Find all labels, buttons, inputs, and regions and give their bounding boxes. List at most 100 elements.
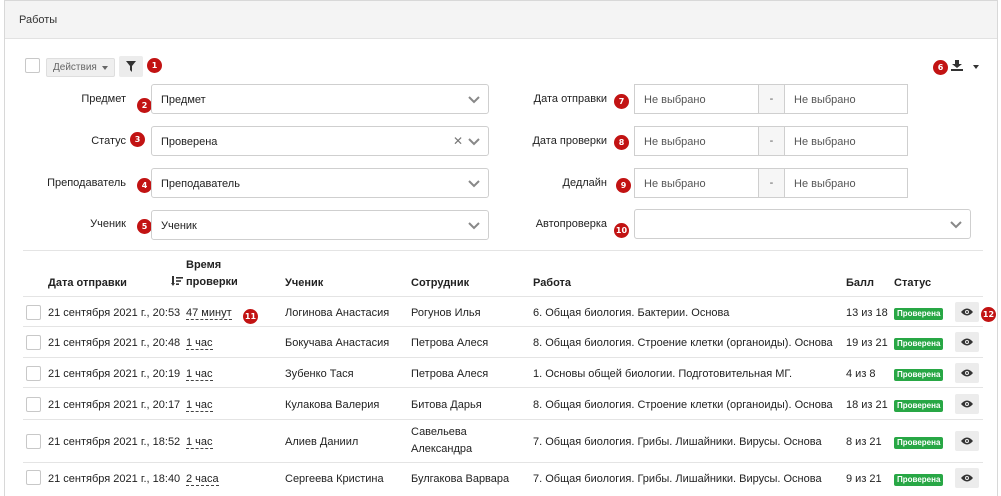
check-date-to-input[interactable]: Не выбрано [784, 126, 908, 156]
page-title: Работы [19, 14, 58, 26]
row-checkbox[interactable] [26, 397, 41, 412]
caret-down-icon [102, 66, 108, 70]
teacher-select[interactable]: Преподаватель [151, 168, 489, 198]
deadline-label: Дедлайн [562, 177, 608, 189]
row-check-duration: 47 минут [186, 307, 232, 320]
section-divider [23, 250, 983, 251]
row-sent-date: 21 сентября 2021 г., 20:19 [48, 368, 181, 380]
view-button[interactable] [955, 394, 979, 414]
view-button[interactable] [955, 302, 979, 322]
column-header-student[interactable]: Ученик [285, 277, 323, 289]
row-sent-date: 21 сентября 2021 г., 20:48 [48, 337, 181, 349]
hint-badge-5: 5 [137, 219, 152, 234]
row-checkbox[interactable] [26, 305, 41, 320]
check-date-to-value: Не выбрано [794, 136, 856, 148]
row-score: 13 из 18 [846, 307, 888, 319]
row-employee: Рогунов Илья [411, 307, 481, 319]
eye-icon [961, 400, 973, 408]
row-student: Зубенко Тася [285, 368, 354, 380]
autocheck-select[interactable] [634, 209, 971, 239]
row-student: Сергеева Кристина [285, 473, 384, 485]
row-student: Алиев Даниил [285, 436, 359, 448]
student-select[interactable]: Ученик [151, 210, 489, 240]
filter-toggle-button[interactable] [119, 56, 143, 77]
check-date-from-input[interactable]: Не выбрано [634, 126, 759, 156]
autocheck-label: Автопроверка [535, 218, 607, 230]
column-header-score[interactable]: Балл [846, 277, 874, 289]
hint-badge-3: 3 [130, 132, 145, 147]
works-panel: Работы Действия 1 6 Предмет 2 Предмет Ст… [4, 0, 998, 496]
status-badge: Проверена [894, 369, 944, 381]
row-work[interactable]: 8. Общая биология. Строение клетки (орга… [533, 337, 833, 349]
row-check-duration: 1 час [186, 337, 213, 350]
row-checkbox[interactable] [26, 434, 41, 449]
hint-badge-8: 8 [614, 135, 629, 150]
status-select-value: Проверена [161, 136, 218, 148]
deadline-from-input[interactable]: Не выбрано [634, 168, 759, 198]
sent-date-from-value: Не выбрано [644, 94, 706, 106]
row-student: Логинова Анастасия [285, 307, 390, 319]
column-header-work[interactable]: Работа [533, 277, 571, 289]
column-header-sent[interactable]: Дата отправки [48, 277, 127, 289]
row-check-duration: 2 часа [186, 473, 219, 486]
row-check-duration: 1 час [186, 368, 213, 381]
range-separator: - [759, 84, 784, 114]
range-separator: - [759, 126, 784, 156]
row-sent-date: 21 сентября 2021 г., 18:52 [48, 436, 181, 448]
range-separator: - [759, 168, 784, 198]
sort-desc-icon[interactable] [171, 276, 183, 286]
status-badge: Проверена [894, 474, 944, 486]
hint-badge-1: 1 [147, 58, 162, 73]
hint-badge-12: 12 [981, 307, 996, 322]
subject-select-value: Предмет [161, 94, 206, 106]
view-button[interactable] [955, 363, 979, 383]
student-select-value: Ученик [161, 220, 197, 232]
eye-icon [961, 338, 973, 346]
hint-badge-2: 2 [137, 98, 152, 113]
chevron-down-icon [468, 138, 480, 146]
row-checkbox[interactable] [26, 470, 41, 485]
deadline-to-input[interactable]: Не выбрано [784, 168, 908, 198]
deadline-from-value: Не выбрано [644, 178, 706, 190]
sent-date-from-input[interactable]: Не выбрано [634, 84, 759, 114]
row-work[interactable]: 1. Основы общей биологии. Подготовительн… [533, 368, 792, 380]
row-sent-date: 21 сентября 2021 г., 20:53 [48, 307, 181, 319]
row-student: Кулакова Валерия [285, 399, 380, 411]
eye-icon [961, 369, 973, 377]
clear-x-icon[interactable]: ✕ [453, 135, 463, 147]
row-work[interactable]: 8. Общая биология. Строение клетки (орга… [533, 399, 833, 411]
column-header-check-time[interactable]: Время проверки [186, 259, 238, 288]
hint-badge-10: 10 [614, 223, 629, 238]
row-work[interactable]: 6. Общая биология. Бактерии. Основа [533, 307, 729, 319]
chevron-down-icon [468, 222, 480, 230]
hint-badge-4: 4 [137, 178, 152, 193]
export-button[interactable] [951, 60, 979, 74]
row-score: 19 из 21 [846, 337, 888, 349]
status-badge: Проверена [894, 437, 944, 449]
view-button[interactable] [955, 332, 979, 352]
check-date-from-value: Не выбрано [644, 136, 706, 148]
table-row: 21 сентября 2021 г., 20:53 47 минут 11 Л… [23, 296, 996, 326]
row-checkbox[interactable] [26, 335, 41, 350]
actions-label: Действия [53, 62, 97, 73]
status-badge: Проверена [894, 338, 944, 350]
eye-icon [961, 474, 973, 482]
column-header-check-time-line1: Время [186, 259, 222, 271]
subject-label: Предмет [81, 93, 126, 105]
view-button[interactable] [955, 468, 979, 488]
sent-date-to-input[interactable]: Не выбрано [784, 84, 908, 114]
row-work[interactable]: 7. Общая биология. Грибы. Лишайники. Вир… [533, 473, 822, 485]
status-select[interactable]: Проверена ✕ [151, 126, 489, 156]
column-header-status[interactable]: Статус [894, 277, 931, 289]
row-sent-date: 21 сентября 2021 г., 20:17 [48, 399, 181, 411]
view-button[interactable] [955, 431, 979, 451]
select-all-checkbox[interactable] [25, 58, 40, 73]
panel-header: Работы [5, 1, 997, 39]
row-checkbox[interactable] [26, 366, 41, 381]
column-header-employee[interactable]: Сотрудник [411, 277, 469, 289]
row-student: Бокучава Анастасия [285, 337, 390, 349]
row-employee: Петрова Алеся [411, 368, 489, 380]
subject-select[interactable]: Предмет [151, 84, 489, 114]
actions-dropdown-button[interactable]: Действия [46, 58, 115, 77]
row-work[interactable]: 7. Общая биология. Грибы. Лишайники. Вир… [533, 436, 822, 448]
